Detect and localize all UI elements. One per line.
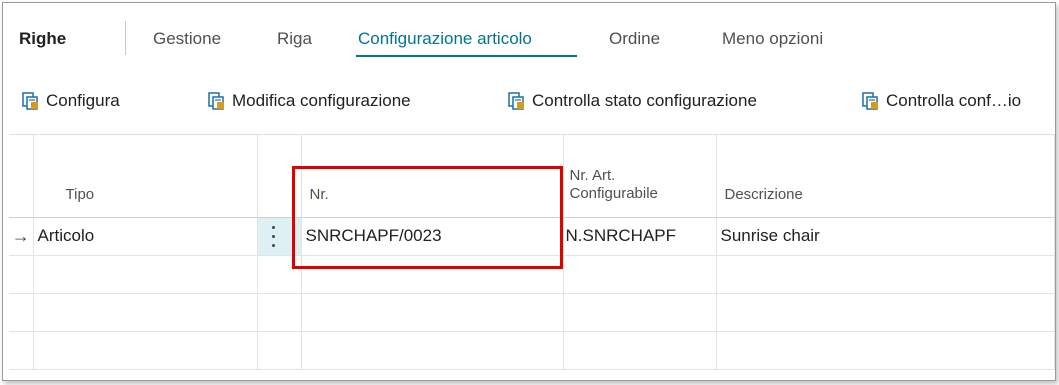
modifica-configurazione-button[interactable]: Modifica configurazione <box>207 91 411 111</box>
menu-meno-opzioni[interactable]: Meno opzioni <box>722 29 823 49</box>
configura-button[interactable]: Configura <box>21 91 120 111</box>
lines-menu-bar: Righe Gestione Riga Configurazione artic… <box>3 3 1055 73</box>
cell-tipo[interactable]: Articolo <box>33 217 258 256</box>
cell-nr-art-configurabile[interactable]: N.SNRCHAPF <box>563 217 717 256</box>
header-nr-art-configurabile[interactable]: Nr. Art. Configurabile <box>563 135 717 218</box>
table-row[interactable] <box>9 293 1055 332</box>
menu-gestione[interactable]: Gestione <box>153 29 221 49</box>
section-title: Righe <box>19 29 67 48</box>
config-doc-icon <box>862 92 878 110</box>
modifica-configurazione-label: Modifica configurazione <box>232 91 411 110</box>
header-indicator <box>9 135 34 218</box>
config-doc-icon <box>22 92 38 110</box>
header-conf-line1: Nr. Art. <box>569 166 616 184</box>
lines-panel: Righe Gestione Riga Configurazione artic… <box>2 2 1056 381</box>
controlla-stato-configurazione-button[interactable]: Controlla stato configurazione <box>507 91 757 111</box>
controlla-conf-label: Controlla conf…io <box>886 91 1022 110</box>
row-indicator-arrow-icon: → <box>9 217 34 256</box>
configura-label: Configura <box>46 91 120 110</box>
controlla-stato-configurazione-label: Controlla stato configurazione <box>532 91 757 110</box>
menu-riga[interactable]: Riga <box>277 29 312 49</box>
config-doc-icon <box>508 92 524 110</box>
menu-configurazione-articolo[interactable]: Configurazione articolo <box>358 29 532 49</box>
menu-ordine[interactable]: Ordine <box>609 29 660 49</box>
cell-descrizione[interactable]: Sunrise chair <box>716 217 1055 256</box>
config-doc-icon <box>208 92 224 110</box>
more-vertical-icon <box>271 225 276 248</box>
header-conf-line2: Configurabile <box>569 184 658 202</box>
menu-divider <box>125 21 126 55</box>
highlight-box <box>292 166 563 269</box>
active-tab-underline <box>356 55 577 57</box>
header-tipo[interactable]: Tipo <box>33 135 258 218</box>
table-row[interactable] <box>9 331 1055 370</box>
controlla-conf-button[interactable]: Controlla conf…io <box>861 91 1021 111</box>
header-descrizione[interactable]: Descrizione <box>716 135 1055 218</box>
action-bar: Configura Modifica configurazione Contro… <box>3 79 1055 123</box>
